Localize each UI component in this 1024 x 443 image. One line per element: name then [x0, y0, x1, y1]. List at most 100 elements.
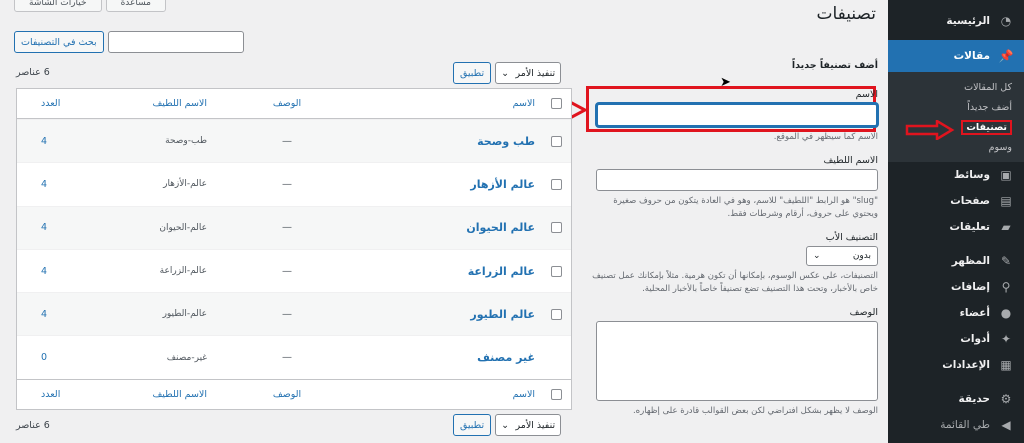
menu-item-posts[interactable]: 📌 مقالات — [888, 40, 1024, 72]
plugin-icon: ⚲ — [1001, 280, 1011, 294]
menu-item-comments[interactable]: ▰ تعليقات — [888, 214, 1024, 240]
table-header: العدد الاسم اللطيف الوصف الاسم — [17, 89, 571, 119]
name-input[interactable] — [596, 103, 878, 127]
admin-sidebar: ◔ الرئيسية 📌 مقالات كل المقالات أضف جديد… — [888, 0, 1024, 443]
table-footer: العدد الاسم اللطيف الوصف الاسم — [17, 378, 571, 409]
table-row: 4 طب-وصحة — طب وصحة — [17, 119, 571, 163]
menu-item-tools[interactable]: ✦ أدوات — [888, 326, 1024, 352]
row-description: — — [282, 135, 292, 147]
row-count[interactable]: 4 — [17, 136, 77, 147]
row-name-link[interactable]: غير مصنف — [477, 351, 535, 364]
row-slug: عالم-الحيوان — [159, 222, 207, 233]
row-name-link[interactable]: طب وصحة — [477, 135, 535, 148]
user-icon: ● — [1000, 306, 1012, 320]
bulk-action-select-bottom[interactable]: تنفيذ الأمر ⌄ — [495, 414, 562, 436]
slug-hint: "slug" هو الرابط "اللطيف" للاسم، وهو في … — [613, 196, 878, 219]
row-slug: عالم-الأزهار — [163, 179, 207, 190]
menu-item-settings[interactable]: ▦ الإعدادات — [888, 352, 1024, 378]
search-input[interactable] — [107, 31, 244, 53]
row-checkbox[interactable] — [550, 265, 562, 277]
description-textarea[interactable] — [596, 321, 878, 401]
row-description: — — [282, 222, 292, 234]
select-all-checkbox[interactable] — [550, 98, 562, 109]
row-count[interactable]: 4 — [17, 266, 77, 277]
page-icon: ▤ — [1000, 194, 1012, 208]
parent-label: التصنيف الأب — [825, 232, 878, 243]
collapse-menu-button[interactable]: ◀ طي القائمة — [888, 412, 1024, 438]
row-checkbox[interactable] — [550, 178, 562, 190]
row-description: — — [282, 178, 292, 190]
pin-icon: 📌 — [998, 49, 1014, 63]
submenu-all-posts[interactable]: كل المقالات — [888, 78, 1024, 98]
table-row: 4 عالم-الحيوان — عالم الحيوان — [17, 205, 571, 249]
mouse-cursor-icon: ➤ — [720, 75, 731, 90]
menu-item-dashboard[interactable]: ◔ الرئيسية — [888, 8, 1024, 34]
row-slug: عالم-الطيور — [162, 309, 207, 320]
search-categories-button[interactable]: بحث في التصنيفات — [14, 31, 104, 53]
media-icon: ▣ — [1000, 168, 1012, 182]
row-slug: عالم-الزراعة — [159, 266, 207, 277]
row-description: — — [282, 308, 292, 320]
menu-item-pages[interactable]: ▤ صفحات — [888, 188, 1024, 214]
dashboard-icon: ◔ — [1000, 14, 1012, 28]
brush-icon: ✎ — [1000, 254, 1012, 268]
menu-item-plugins[interactable]: ⚲ إضافات — [888, 274, 1024, 300]
column-slug-footer[interactable]: الاسم اللطيف — [77, 389, 217, 400]
select-all-checkbox-footer[interactable] — [550, 388, 562, 400]
slug-input[interactable] — [596, 169, 878, 191]
parent-hint: التصنيفات، على عكس الوسوم، بإمكانها أن ت… — [592, 271, 878, 294]
column-name-footer[interactable]: الاسم — [357, 389, 541, 400]
page-title: تصنيفات — [816, 4, 876, 24]
gear-icon: ⚙ — [1000, 392, 1012, 406]
parent-category-select[interactable]: بدون ⌄ — [806, 246, 878, 266]
row-count[interactable]: 0 — [17, 352, 77, 363]
row-name-link[interactable]: عالم الزراعة — [468, 265, 535, 278]
comment-icon: ▰ — [1001, 220, 1011, 234]
column-count-footer[interactable]: العدد — [17, 389, 77, 400]
column-description[interactable]: الوصف — [217, 98, 357, 109]
submenu-tags[interactable]: وسوم — [888, 138, 1024, 158]
submenu-add-new[interactable]: أضف جديداً — [888, 98, 1024, 118]
name-label: الاسم — [855, 89, 878, 100]
row-slug: طب-وصحة — [165, 136, 207, 147]
apply-button[interactable]: تطبيق — [453, 62, 492, 84]
bulk-action-select[interactable]: تنفيذ الأمر ⌄ — [495, 62, 562, 84]
posts-submenu: كل المقالات أضف جديداً تصنيفات وسوم — [888, 72, 1024, 162]
wrench-icon: ✦ — [1000, 332, 1012, 346]
screen-options-button[interactable]: خيارات الشاشة — [14, 0, 102, 12]
settings-icon: ▦ — [1000, 358, 1012, 372]
row-name-link[interactable]: عالم الطيور — [470, 308, 535, 321]
parent-field-group: التصنيف الأب بدون ⌄ التصنيفات، على عكس ا… — [590, 232, 878, 296]
apply-button-bottom[interactable]: تطبيق — [453, 414, 492, 436]
menu-item-appearance[interactable]: ✎ المظهر — [888, 248, 1024, 274]
help-button[interactable]: مساعدة — [105, 0, 166, 12]
column-name[interactable]: الاسم — [357, 98, 541, 109]
chevron-down-icon: ⌄ — [501, 419, 510, 431]
row-name-link[interactable]: عالم الأزهار — [470, 178, 535, 191]
menu-item-garden[interactable]: ⚙ حديقة — [888, 386, 1024, 412]
table-row: 4 عالم-الأزهار — عالم الأزهار — [17, 162, 571, 205]
menu-item-users[interactable]: ● أعضاء — [888, 300, 1024, 326]
row-checkbox[interactable] — [550, 308, 562, 320]
menu-item-media[interactable]: ▣ وسائط — [888, 162, 1024, 188]
description-field-group: الوصف الوصف لا يظهر بشكل افتراضي لكن بعض… — [590, 307, 878, 418]
column-slug[interactable]: الاسم اللطيف — [77, 98, 217, 109]
row-count[interactable]: 4 — [17, 309, 77, 320]
description-hint: الوصف لا يظهر بشكل افتراضي لكن بعض القوا… — [632, 406, 878, 416]
categories-table: العدد الاسم اللطيف الوصف الاسم 4 طب-وصحة… — [16, 88, 572, 410]
add-category-form: أضف تصنيفاً جديداً الاسم الاسم كما سيظهر… — [590, 60, 878, 429]
row-count[interactable]: 4 — [17, 222, 77, 233]
row-checkbox[interactable] — [550, 222, 562, 234]
row-description: — — [282, 265, 292, 277]
row-description: — — [282, 352, 292, 364]
bulk-actions-bottom: تنفيذ الأمر ⌄ تطبيق — [453, 414, 562, 436]
slug-label: الاسم اللطيف — [823, 155, 878, 166]
bulk-actions-top: تنفيذ الأمر ⌄ تطبيق — [453, 62, 562, 84]
row-checkbox[interactable] — [550, 135, 562, 147]
row-name-link[interactable]: عالم الحيوان — [466, 221, 535, 234]
column-count[interactable]: العدد — [17, 98, 77, 109]
column-description-footer[interactable]: الوصف — [217, 389, 357, 400]
name-hint: الاسم كما سيظهر في الموقع. — [773, 132, 878, 142]
row-count[interactable]: 4 — [17, 179, 77, 190]
items-count-top: 6 عناصر — [16, 67, 50, 78]
